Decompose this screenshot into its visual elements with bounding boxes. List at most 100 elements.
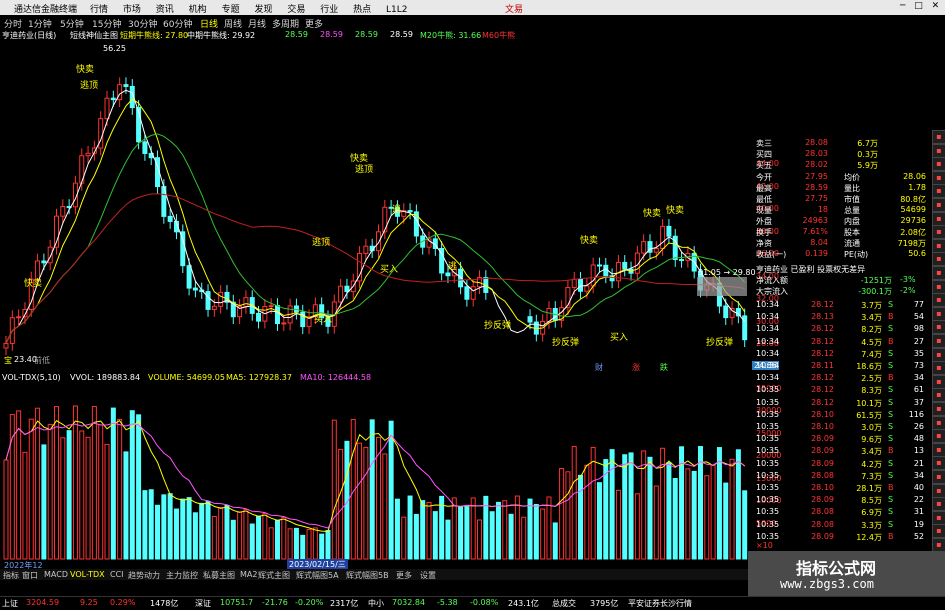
tick-price: 28.12 xyxy=(811,373,834,383)
indicator-tab[interactable]: 设置 xyxy=(420,570,436,581)
tick-time: 10:34 xyxy=(756,373,780,383)
indicator-tab[interactable]: 辉式幅图5B xyxy=(346,570,389,581)
volume-bar xyxy=(205,501,211,560)
tick-time: 10:35 xyxy=(756,397,780,407)
side-tab[interactable]: ▪ xyxy=(932,211,945,226)
menu-item[interactable]: 资讯 xyxy=(156,5,174,15)
side-tab[interactable]: ▪ xyxy=(932,130,945,144)
m20-value: M20牛熊: 31.66 xyxy=(420,31,482,40)
quote-row: 10:35 28.08 3.3万 S 19 xyxy=(752,520,930,531)
indicator-tab[interactable]: 趋势动力 xyxy=(128,570,160,581)
side-tab[interactable]: ▪ xyxy=(932,320,945,335)
side-tab[interactable]: ▪ xyxy=(932,266,945,280)
quote-row: 净流入额 -1251万 -3% xyxy=(752,275,930,286)
candle-up xyxy=(22,308,28,318)
side-tab[interactable]: ▪ xyxy=(932,157,945,172)
menu-item[interactable]: 热点 xyxy=(353,5,371,15)
side-tab[interactable]: ▪ xyxy=(932,293,945,308)
candle-down xyxy=(186,265,192,289)
indicator-tab[interactable]: 私募主图 xyxy=(203,570,235,581)
tick-side: S xyxy=(888,507,894,517)
menu-item[interactable]: 交易 xyxy=(287,5,305,15)
side-tab[interactable]: ▪ xyxy=(932,415,945,430)
indicator-tab[interactable]: CCI xyxy=(110,570,124,579)
volume-bar xyxy=(173,508,179,560)
volume-chart[interactable] xyxy=(0,384,752,564)
side-tab[interactable]: ▪ xyxy=(932,347,945,362)
menu-item[interactable]: L1L2 xyxy=(386,5,407,15)
tick-volume: 12.4万 xyxy=(856,532,882,542)
indicator-tab[interactable]: 辉式主图 xyxy=(258,570,290,581)
side-tab[interactable]: ▪ xyxy=(932,225,945,240)
indicator-tab[interactable]: MA2 xyxy=(240,570,257,579)
stat-value: 54699 xyxy=(900,205,926,214)
indicator-tab[interactable]: MACD xyxy=(44,570,68,579)
candle-down xyxy=(344,285,350,293)
side-tab[interactable]: ▪ xyxy=(932,483,945,498)
volume-bar xyxy=(325,529,331,560)
side-tab[interactable]: ▪ xyxy=(932,470,945,484)
side-tab[interactable]: ▪ xyxy=(932,184,945,199)
side-tab[interactable]: ▪ xyxy=(932,429,945,444)
indicator-tab[interactable]: 指标 xyxy=(3,570,19,581)
side-tab[interactable]: ▪ xyxy=(932,538,945,552)
side-tab[interactable]: ▪ xyxy=(932,334,945,348)
stat-value: 8.04 xyxy=(810,238,828,247)
side-tab[interactable]: ▪ xyxy=(932,361,945,376)
candle-up xyxy=(211,305,217,310)
volume-bar xyxy=(363,446,369,560)
volume-bar xyxy=(243,508,249,560)
indicator-tab[interactable]: 窗口 xyxy=(22,570,38,581)
indicator-name[interactable]: 短线神仙主图 xyxy=(70,30,118,41)
side-tab[interactable]: ▪ xyxy=(932,238,945,253)
stat-value: 0.139 xyxy=(805,249,828,258)
stat-label: 换手 xyxy=(756,228,772,237)
menu-item[interactable]: 行业 xyxy=(320,5,338,15)
side-tab[interactable]: ▪ xyxy=(932,306,945,321)
tick-count: 31 xyxy=(913,507,924,517)
side-tab[interactable]: ▪ xyxy=(932,456,945,471)
side-tab[interactable]: ▪ xyxy=(932,524,945,539)
side-tab[interactable]: ▪ xyxy=(932,442,945,457)
side-tab[interactable]: ▪ xyxy=(932,374,945,389)
side-tab[interactable]: ▪ xyxy=(932,170,945,185)
side-tab[interactable]: ▪ xyxy=(932,497,945,512)
indicator-tab[interactable]: 辉式幅图5A xyxy=(296,570,339,581)
vol-name[interactable]: VOL-TDX(5,10) xyxy=(2,373,61,382)
side-tab[interactable]: ▪ xyxy=(932,252,945,267)
total-amount: 3795亿 xyxy=(590,599,619,608)
volume-bar xyxy=(382,453,388,560)
tick-volume: 8.3万 xyxy=(861,386,882,396)
stat-label: 内盘 xyxy=(844,217,860,226)
menu-item[interactable]: 机构 xyxy=(189,5,207,15)
indicator-tab[interactable]: 更多 xyxy=(396,570,412,581)
side-tab[interactable]: ▪ xyxy=(932,143,945,158)
sz-name: 深证 xyxy=(195,599,211,608)
broker-name: 平安证券长沙行情 xyxy=(628,599,692,608)
kline-chart[interactable] xyxy=(0,41,752,371)
tick-price: 28.08 xyxy=(811,507,834,517)
brand-label[interactable]: 文易 xyxy=(505,2,523,15)
side-tab[interactable]: ▪ xyxy=(932,279,945,294)
menu-item[interactable]: 专题 xyxy=(222,5,240,15)
indicator-tab-active[interactable]: VOL-TDX xyxy=(70,570,105,579)
stat-label: 流通 xyxy=(844,239,860,248)
volume-bar xyxy=(596,482,602,560)
candle-up xyxy=(268,305,274,308)
side-tab[interactable]: ▪ xyxy=(932,510,945,525)
window-controls[interactable]: ─ □ ✕ xyxy=(900,1,942,11)
signal-escape-top: 逃顶 xyxy=(355,165,374,175)
side-tab[interactable]: ▪ xyxy=(932,198,945,212)
side-tabs: ▪▪▪▪▪▪▪▪▪▪▪▪▪▪▪▪▪▪▪▪▪▪▪▪▪▪▪▪▪▪▪▪▪▪ xyxy=(931,130,945,600)
menu-item[interactable]: 市场 xyxy=(123,5,141,15)
menu-item[interactable]: 行情 xyxy=(90,5,108,15)
tick-side: S xyxy=(888,385,894,395)
indicator-tab[interactable]: 主力监控 xyxy=(166,570,198,581)
quote-row: 最高 28.59 量比 1.78 xyxy=(752,183,930,194)
tick-time: 10:34 xyxy=(756,336,780,346)
side-tab[interactable]: ▪ xyxy=(932,402,945,416)
volume-bar xyxy=(224,505,230,560)
volume-bar xyxy=(552,522,558,560)
side-tab[interactable]: ▪ xyxy=(932,388,945,403)
menu-item[interactable]: 发现 xyxy=(254,5,272,15)
